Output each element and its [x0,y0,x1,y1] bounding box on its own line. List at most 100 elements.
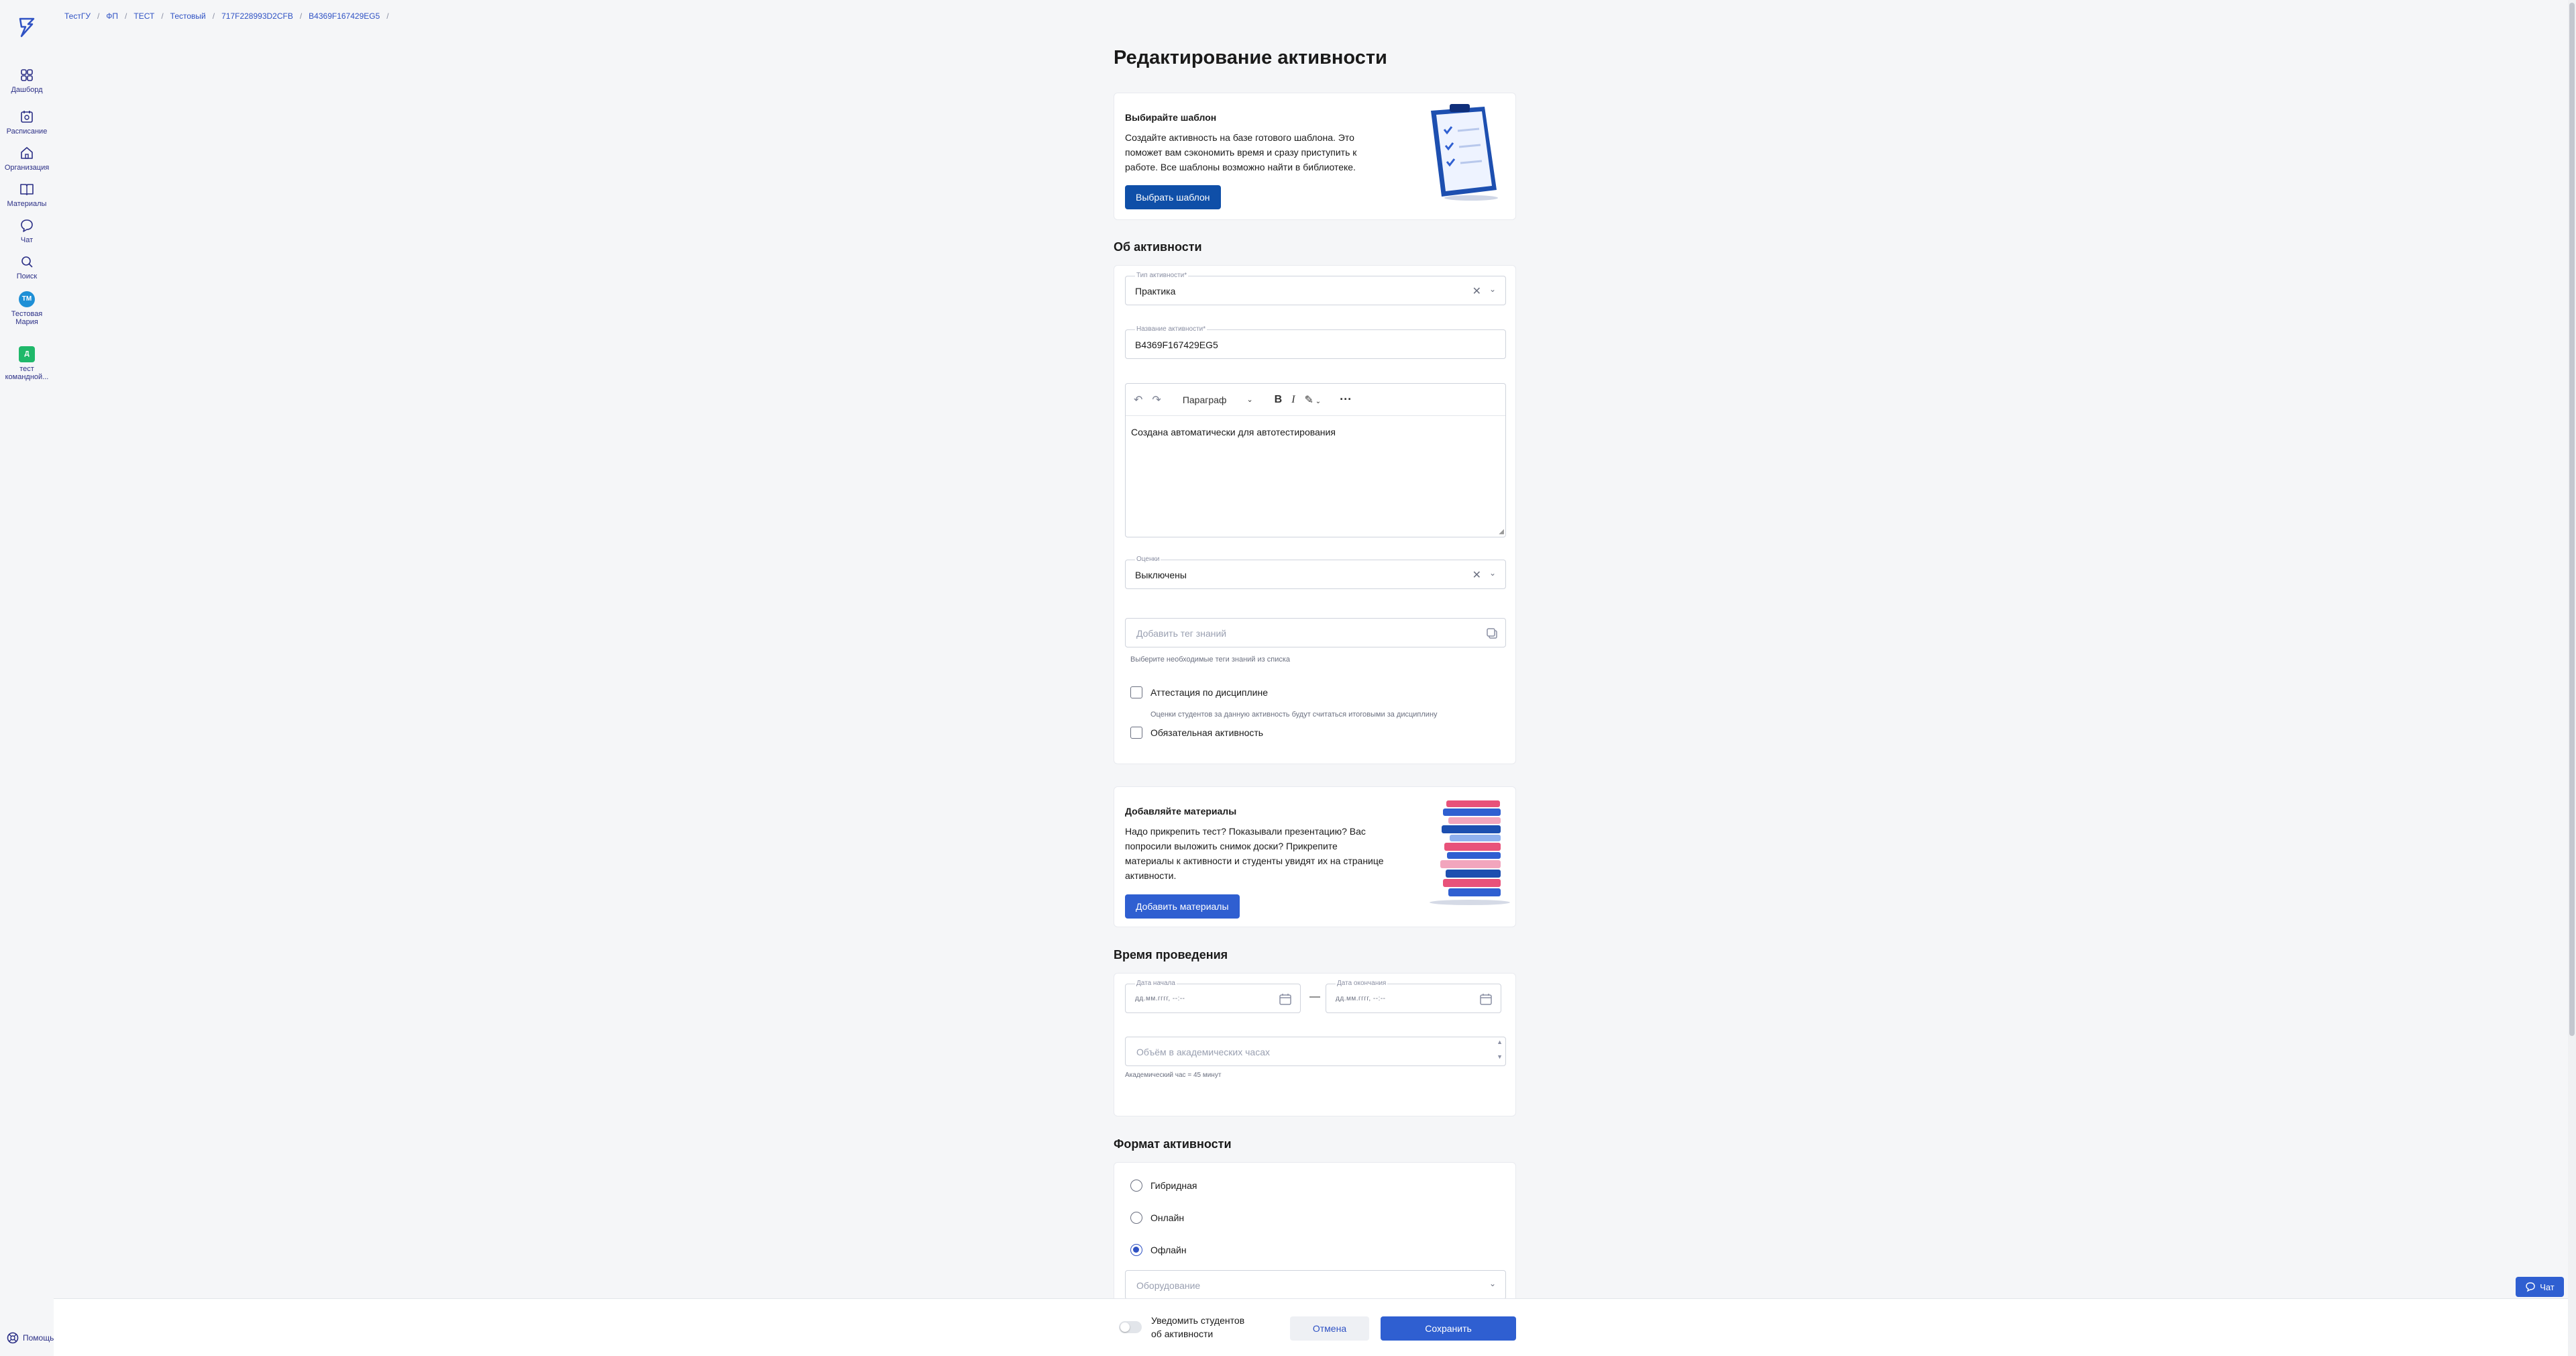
undo-icon[interactable]: ↶ [1134,393,1142,407]
choose-template-button[interactable]: Выбрать шаблон [1125,185,1221,209]
sidebar-item-materials[interactable]: Материалы [0,181,54,208]
help-link[interactable]: Помощь [7,1332,54,1344]
paragraph-label: Параграф [1182,394,1227,405]
activity-type-select[interactable]: Тип активности* Практика ✕ ⌄ [1125,272,1506,305]
format-option-online[interactable]: Онлайн [1130,1212,1184,1224]
team-avatar: Д [19,346,35,362]
breadcrumb-item[interactable]: ФП [106,11,118,21]
user-last-name: Мария [15,318,38,326]
notify-toggle[interactable] [1119,1321,1142,1333]
format-option-label: Гибридная [1150,1180,1197,1191]
more-options-icon[interactable]: ··· [1340,393,1352,407]
sidebar-item-dashboard[interactable]: Дашборд [0,67,54,94]
grades-select[interactable]: Оценки Выключены ✕ ⌄ [1125,556,1506,589]
knowledge-tag-input[interactable]: Добавить тег знаний [1125,618,1506,647]
format-option-offline[interactable]: Офлайн [1130,1244,1187,1256]
notify-label-line1: Уведомить студентов [1151,1315,1245,1326]
breadcrumb-item[interactable]: B4369F167429EG5 [309,11,380,21]
breadcrumb: ТестГУ / ФП / ТЕСТ / Тестовый / 717F228993D2… [64,11,396,21]
floating-chat-button[interactable]: Чат [2516,1277,2564,1297]
description-editor[interactable]: ↶ ↷ Параграф ⌄ B I ✎ ⌄ ··· Создана автома… [1125,383,1506,537]
save-button[interactable]: Сохранить [1381,1316,1516,1341]
editor-body[interactable]: Создана автоматически для автотестирован… [1126,416,1505,537]
sidebar-item-schedule[interactable]: Расписание [0,109,54,136]
sidebar-item-label: Чат [20,236,34,244]
dashboard-icon [21,69,33,81]
app-logo-icon[interactable] [15,15,39,39]
page-title: Редактирование активности [1114,47,1387,68]
stepper-down-icon[interactable]: ▼ [1497,1053,1503,1060]
redo-icon[interactable]: ↷ [1152,393,1161,407]
sidebar-item-organization[interactable]: Организация [0,145,54,172]
clear-icon[interactable]: ✕ [1472,568,1481,582]
date-range-dash: — [1309,991,1320,1002]
highlight-icon[interactable]: ✎ ⌄ [1305,393,1322,407]
required-checkbox[interactable] [1130,727,1142,739]
format-option-label: Офлайн [1150,1245,1187,1255]
sidebar-item-search[interactable]: Поиск [0,254,54,280]
breadcrumb-item[interactable]: Тестовый [170,11,206,21]
radio-button[interactable] [1130,1180,1142,1192]
bottom-action-bar: Уведомить студентов об активности Отмена… [54,1298,2576,1356]
breadcrumb-item[interactable]: ТЕСТ [133,11,154,21]
start-date-input[interactable]: Дата начала дд.мм.гггг, --:-- [1125,980,1301,1013]
radio-button[interactable] [1130,1212,1142,1224]
page-scrollbar[interactable] [2568,0,2576,1356]
breadcrumb-separator: / [386,11,389,21]
notify-label-line2: об активности [1151,1328,1214,1339]
activity-type-label: Тип активности* [1135,272,1189,279]
scrollbar-thumb[interactable] [2569,3,2575,1036]
sidebar-item-label: Расписание [6,127,48,136]
sidebar: Дашборд Расписание Организация Материалы… [0,0,54,1356]
about-section-title: Об активности [1114,240,1202,254]
start-date-mask: дд.мм.гггг, --:-- [1135,995,1185,1002]
activity-type-value: Практика [1135,286,1176,297]
calendar-icon[interactable] [1279,992,1292,1006]
copy-icon[interactable] [1485,627,1499,640]
chevron-down-icon[interactable]: ⌄ [1489,568,1496,578]
knowledge-tag-hint: Выберите необходимые теги знаний из спис… [1130,656,1291,664]
format-option-hybrid[interactable]: Гибридная [1130,1180,1197,1192]
attestation-checkbox-row[interactable]: Аттестация по дисциплине [1130,686,1268,698]
chevron-down-icon: ⌄ [1246,396,1253,404]
grades-value: Выключены [1135,570,1187,580]
materials-card: Добавляйте материалы Надо прикрепить тес… [1114,786,1516,927]
attestation-checkbox[interactable] [1130,686,1142,698]
activity-name-input[interactable]: Название активности* B4369F167429EG5 [1125,325,1506,359]
template-card-text: Создайте активность на базе готового шаб… [1125,132,1357,172]
breadcrumb-separator: / [97,11,100,21]
radio-button-selected[interactable] [1130,1244,1142,1256]
sidebar-item-team[interactable]: Д тест командной... [0,346,54,381]
resize-handle-icon[interactable]: ◢ [1499,528,1504,535]
add-materials-button[interactable]: Добавить материалы [1125,894,1240,919]
paragraph-select[interactable]: Параграф ⌄ [1183,395,1253,405]
book-icon [20,184,34,195]
end-date-label: Дата окончания [1336,980,1388,987]
required-label: Обязательная активность [1150,727,1264,738]
chevron-down-icon[interactable]: ⌄ [1489,1279,1496,1288]
hours-input[interactable]: Объём в академических часах ▲ ▼ [1125,1037,1506,1066]
equipment-select[interactable]: Оборудование ⌄ [1125,1270,1506,1300]
chevron-down-icon[interactable]: ⌄ [1489,284,1496,294]
chat-icon [2526,1282,2535,1292]
breadcrumb-item[interactable]: ТестГУ [64,11,91,21]
required-checkbox-row[interactable]: Обязательная активность [1130,727,1263,739]
cancel-button[interactable]: Отмена [1290,1316,1369,1341]
calendar-icon [21,111,33,123]
clear-icon[interactable]: ✕ [1472,284,1481,298]
user-avatar: ТМ [19,291,35,307]
hours-placeholder: Объём в академических часах [1136,1047,1271,1057]
stepper-up-icon[interactable]: ▲ [1497,1039,1503,1045]
calendar-icon[interactable] [1479,992,1493,1006]
end-date-mask: дд.мм.гггг, --:-- [1336,995,1386,1002]
sidebar-item-user[interactable]: ТМ Тестовая Мария [0,291,54,326]
breadcrumb-separator: / [161,11,164,21]
team-label-line1: тест [19,365,34,373]
sidebar-item-chat[interactable]: Чат [0,217,54,244]
end-date-input[interactable]: Дата окончания дд.мм.гггг, --:-- [1326,980,1501,1013]
chat-icon [21,219,33,232]
breadcrumb-item[interactable]: 717F228993D2CFB [221,11,293,21]
bold-icon[interactable]: B [1275,394,1283,406]
user-first-name: Тестовая [11,310,43,318]
italic-icon[interactable]: I [1291,394,1295,406]
